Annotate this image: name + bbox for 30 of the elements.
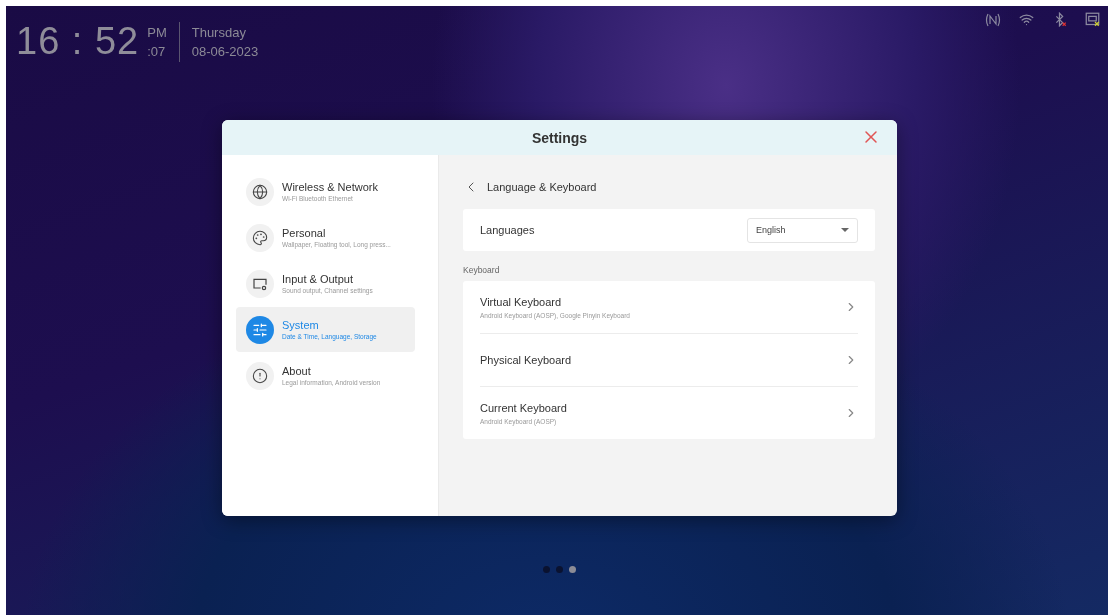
section-label: Keyboard <box>463 265 501 275</box>
window-title: Settings <box>531 129 588 146</box>
page-dot[interactable] <box>569 566 576 573</box>
item-label: Wireless & Network <box>282 181 378 193</box>
palette-icon <box>252 229 268 246</box>
row-label: Languages <box>480 224 535 236</box>
clock-period: PM <box>147 24 167 40</box>
list-row[interactable]: Physical Keyboard <box>480 334 858 387</box>
page-dot[interactable] <box>556 566 563 573</box>
item-label: System <box>282 319 320 331</box>
language-dropdown[interactable]: English <box>747 217 858 243</box>
weekday-label: Thursday <box>191 24 247 40</box>
info-icon <box>252 367 268 384</box>
page-dot[interactable] <box>543 566 550 573</box>
date-label: 08-06-2023 <box>191 43 259 59</box>
ethernet-off-icon <box>1085 12 1100 27</box>
nfc-icon <box>985 12 1001 27</box>
sliders-icon <box>252 321 268 338</box>
row-title: Physical Keyboard <box>480 354 572 366</box>
wifi-icon <box>1019 12 1034 27</box>
globe-icon <box>252 183 268 200</box>
page-title: Language & Keyboard <box>487 181 597 193</box>
clock-time: 16 : 52 <box>16 20 140 63</box>
caret-icon <box>841 228 849 232</box>
row-title: Current Keyboard <box>480 401 567 414</box>
clock-seconds: :07 <box>147 43 167 59</box>
item-label: Input & Output <box>282 273 354 285</box>
item-label: About <box>282 365 312 377</box>
item-label: Personal <box>282 227 327 239</box>
row-title: Virtual Keyboard <box>480 295 563 308</box>
